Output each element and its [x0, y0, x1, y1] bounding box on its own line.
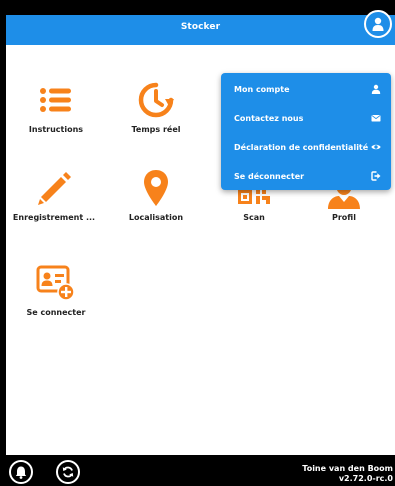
app-screen: Stocker Instructions Temps réel Enregist…: [0, 0, 395, 486]
user-info: Toine van den Boom v2.72.0-rc.0: [302, 464, 393, 484]
eye-icon: [371, 144, 381, 150]
menu-item-mon-compte[interactable]: Mon compte: [221, 75, 391, 104]
menu-item-se-deconnecter[interactable]: Se déconnecter: [221, 162, 391, 191]
tile-label: Profil: [332, 213, 356, 222]
sync-icon: [62, 466, 74, 478]
page-title: Stocker: [180, 22, 221, 32]
envelope-icon: [371, 115, 381, 122]
top-bar: Stocker: [6, 15, 395, 45]
tile-instructions[interactable]: Instructions: [12, 75, 100, 134]
account-menu-button[interactable]: [364, 10, 392, 38]
tile-temps-reel[interactable]: Temps réel: [112, 75, 200, 134]
menu-item-label: Mon compte: [234, 85, 290, 94]
tile-label: Enregistrement ...: [12, 213, 96, 222]
account-dropdown-menu: Mon compte Contactez nous Déclaration de…: [221, 73, 391, 190]
notifications-button[interactable]: [9, 460, 33, 484]
list-icon: [40, 88, 71, 112]
user-icon: [371, 84, 381, 94]
tile-label: Se connecter: [26, 308, 86, 317]
tile-se-connecter[interactable]: Se connecter: [12, 258, 100, 317]
bell-icon: [15, 466, 27, 479]
app-version: v2.72.0-rc.0: [338, 474, 393, 483]
menu-item-confidentialite[interactable]: Déclaration de confidentialité: [221, 133, 391, 162]
tile-label: Scan: [243, 213, 265, 222]
tile-label: Temps réel: [131, 125, 181, 134]
sign-out-icon: [371, 171, 381, 181]
clock-history-icon: [138, 82, 174, 118]
menu-item-label: Contactez nous: [234, 114, 304, 123]
sync-button[interactable]: [56, 460, 80, 484]
menu-item-label: Se déconnecter: [234, 172, 305, 181]
user-circle-icon: [372, 17, 384, 31]
user-name: Toine van den Boom: [302, 464, 393, 473]
menu-item-label: Déclaration de confidentialité: [234, 143, 369, 152]
menu-item-contactez-nous[interactable]: Contactez nous: [221, 104, 391, 133]
tile-enregistrement[interactable]: Enregistrement ...: [10, 163, 98, 222]
id-card-add-icon: [36, 265, 75, 301]
bottom-bar: Toine van den Boom v2.72.0-rc.0: [0, 455, 395, 486]
pencil-icon: [38, 172, 71, 205]
main-content: Instructions Temps réel Enregistrement .…: [6, 45, 395, 455]
tile-localisation[interactable]: Localisation: [112, 163, 200, 222]
map-marker-icon: [144, 170, 168, 206]
tile-label: Instructions: [28, 125, 84, 134]
tile-label: Localisation: [128, 213, 184, 222]
